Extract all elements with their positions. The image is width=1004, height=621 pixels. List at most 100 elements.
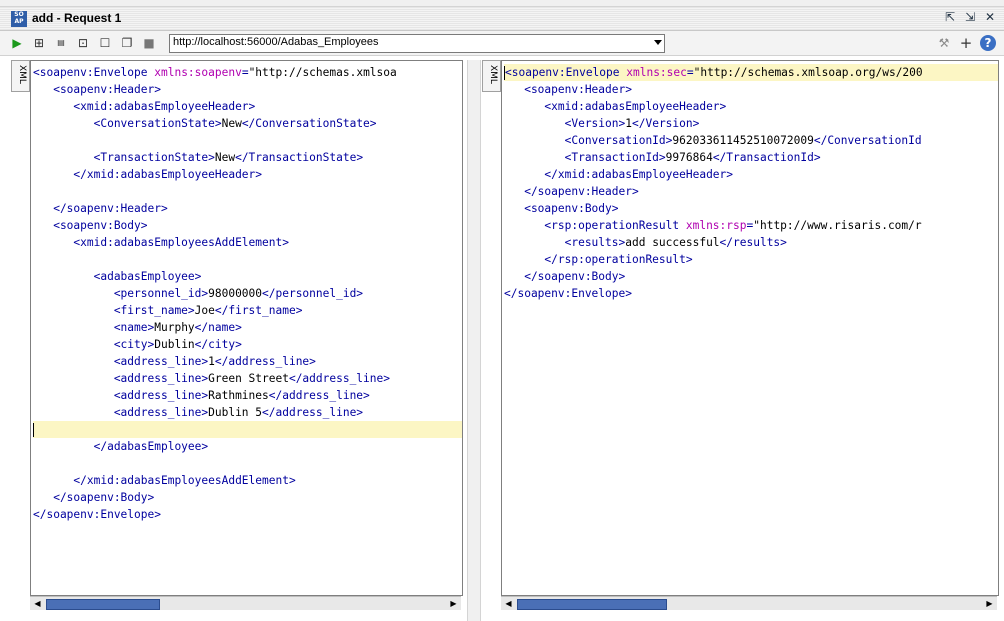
request-code-token: </address_line> (268, 389, 370, 402)
response-code-token: <Version> (504, 117, 626, 130)
request-code-token: Dublin (154, 338, 195, 351)
request-code-token: <soapenv:Header> (33, 83, 161, 96)
scroll-left-icon[interactable]: ◀ (32, 598, 43, 609)
request-code-line[interactable]: <first_name>Joe</first_name> (33, 302, 462, 319)
response-code-token: </ConversationId (813, 134, 922, 147)
request-code[interactable]: <soapenv:Envelope xmlns:soapenv="http://… (33, 64, 462, 523)
response-code-line[interactable]: <soapenv:Envelope xmlns:sec="http://sche… (504, 64, 998, 81)
response-code-token: </soapenv:Envelope> (504, 287, 632, 300)
response-xml-editor[interactable]: <soapenv:Envelope xmlns:sec="http://sche… (501, 60, 999, 596)
request-code-line[interactable]: <city>Dublin</city> (33, 336, 462, 353)
request-xml-tab[interactable]: XML (11, 60, 30, 92)
run-icon[interactable]: ▶ (9, 35, 25, 51)
request-code-line[interactable]: </xmid:adabasEmployeesAddElement> (33, 472, 462, 489)
request-xml-tab-label: XML (17, 65, 27, 84)
request-horizontal-scrollbar[interactable]: ◀ ▶ (30, 596, 461, 610)
pane-splitter[interactable] (467, 60, 481, 621)
request-code-token: <city> (33, 338, 155, 351)
response-code-token: 9976864 (665, 151, 713, 164)
request-code-token: 1 (208, 355, 215, 368)
request-code-token: Joe (194, 304, 215, 317)
request-code-token: Murphy (154, 321, 195, 334)
request-code-line[interactable]: </xmid:adabasEmployeeHeader> (33, 166, 462, 183)
response-code-line[interactable]: <xmid:adabasEmployeeHeader> (504, 98, 998, 115)
scroll-right-icon[interactable]: ▶ (984, 598, 995, 609)
text-caret (33, 423, 34, 437)
request-code-line[interactable]: </soapenv:Body> (33, 489, 462, 506)
request-code-line[interactable] (33, 132, 462, 149)
response-code-token: </Version> (632, 117, 700, 130)
minimize-icon[interactable]: ⇲ (962, 9, 978, 25)
request-code-token: </city> (194, 338, 242, 351)
request-code-token: </address_line> (262, 406, 364, 419)
response-code-line[interactable]: <soapenv:Header> (504, 81, 998, 98)
add-assertion-icon[interactable]: ⊞ (31, 35, 47, 51)
endpoint-value: http://localhost:56000/Adabas_Employees (173, 36, 379, 48)
request-code-line[interactable]: <TransactionState>New</TransactionState> (33, 149, 462, 166)
request-code-line[interactable]: <address_line>Rathmines</address_line> (33, 387, 462, 404)
request-code-token: <name> (33, 321, 155, 334)
response-code[interactable]: <soapenv:Envelope xmlns:sec="http://sche… (504, 64, 998, 302)
request-xml-editor[interactable]: <soapenv:Envelope xmlns:soapenv="http://… (30, 60, 463, 596)
stop-icon[interactable]: ■ (141, 35, 157, 51)
tool-icon[interactable]: ⚒ (936, 35, 952, 51)
request-code-line[interactable]: <soapenv:Envelope xmlns:soapenv="http://… (33, 64, 462, 81)
scroll-thumb[interactable] (46, 599, 160, 610)
endpoint-select[interactable]: http://localhost:56000/Adabas_Employees (169, 34, 665, 53)
add-icon[interactable]: + (958, 35, 974, 51)
request-code-line[interactable]: </soapenv:Header> (33, 200, 462, 217)
response-xml-tab[interactable]: XML (482, 60, 501, 92)
request-code-line[interactable]: <xmid:adabasEmployeeHeader> (33, 98, 462, 115)
response-code-line[interactable]: <ConversationId>962033611452510072009</C… (504, 132, 998, 149)
request-code-line[interactable]: <name>Murphy</name> (33, 319, 462, 336)
request-code-line[interactable]: <personnel_id>98000000</personnel_id> (33, 285, 462, 302)
request-code-line[interactable]: <ConversationState>New</ConversationStat… (33, 115, 462, 132)
response-code-line[interactable]: </soapenv:Body> (504, 268, 998, 285)
response-code-token: "http://www.risaris.com/r (753, 219, 922, 232)
single-pane-icon[interactable]: ☐ (97, 35, 113, 51)
request-code-token: </address_line> (214, 355, 316, 368)
response-code-line[interactable]: </xmid:adabasEmployeeHeader> (504, 166, 998, 183)
request-code-line[interactable]: <address_line>Green Street</address_line… (33, 370, 462, 387)
request-code-line[interactable]: </adabasEmployee> (33, 438, 462, 455)
response-code-line[interactable]: </rsp:operationResult> (504, 251, 998, 268)
response-code-line[interactable]: <Version>1</Version> (504, 115, 998, 132)
response-code-token: <rsp:operationResult (504, 219, 686, 232)
request-code-line[interactable] (33, 183, 462, 200)
request-code-line[interactable]: <xmid:adabasEmployeesAddElement> (33, 234, 462, 251)
response-code-line[interactable]: </soapenv:Header> (504, 183, 998, 200)
request-code-token: </TransactionState> (235, 151, 364, 164)
request-code-line[interactable]: <address_line>1</address_line> (33, 353, 462, 370)
request-code-line[interactable] (33, 421, 462, 438)
scroll-thumb[interactable] (517, 599, 667, 610)
response-code-token: add successful (625, 236, 720, 249)
scroll-left-icon[interactable]: ◀ (503, 598, 514, 609)
window-title: add - Request 1 (32, 11, 122, 25)
request-code-line[interactable]: </soapenv:Envelope> (33, 506, 462, 523)
split-pane-icon[interactable]: ❐ (119, 35, 135, 51)
response-horizontal-scrollbar[interactable]: ◀ ▶ (501, 596, 997, 610)
detach-icon[interactable]: ⇱ (942, 9, 958, 25)
request-code-token: <personnel_id> (33, 287, 209, 300)
response-code-token: </rsp:operationResult> (504, 253, 693, 266)
response-code-line[interactable]: </soapenv:Envelope> (504, 285, 998, 302)
soap-action-icon[interactable]: ▤ (53, 35, 69, 51)
screenshot-icon[interactable]: ⊡ (75, 35, 91, 51)
response-code-line[interactable]: <results>add successful</results> (504, 234, 998, 251)
request-code-line[interactable]: <adabasEmployee> (33, 268, 462, 285)
request-code-line[interactable] (33, 251, 462, 268)
request-code-token: </adabasEmployee> (33, 440, 209, 453)
window-titlebar: SO AP add - Request 1 ⇱ ⇲ ✕ (0, 0, 1004, 31)
scroll-right-icon[interactable]: ▶ (448, 598, 459, 609)
response-code-line[interactable]: <TransactionId>9976864</TransactionId> (504, 149, 998, 166)
close-icon[interactable]: ✕ (982, 9, 998, 25)
help-icon[interactable]: ? (980, 35, 996, 51)
request-code-line[interactable]: <address_line>Dublin 5</address_line> (33, 404, 462, 421)
request-code-line[interactable] (33, 455, 462, 472)
response-code-line[interactable]: <rsp:operationResult xmlns:rsp="http://w… (504, 217, 998, 234)
request-code-token: <soapenv:Body> (33, 219, 148, 232)
request-code-line[interactable]: <soapenv:Header> (33, 81, 462, 98)
request-code-token: Dublin 5 (208, 406, 263, 419)
request-code-line[interactable]: <soapenv:Body> (33, 217, 462, 234)
response-code-line[interactable]: <soapenv:Body> (504, 200, 998, 217)
